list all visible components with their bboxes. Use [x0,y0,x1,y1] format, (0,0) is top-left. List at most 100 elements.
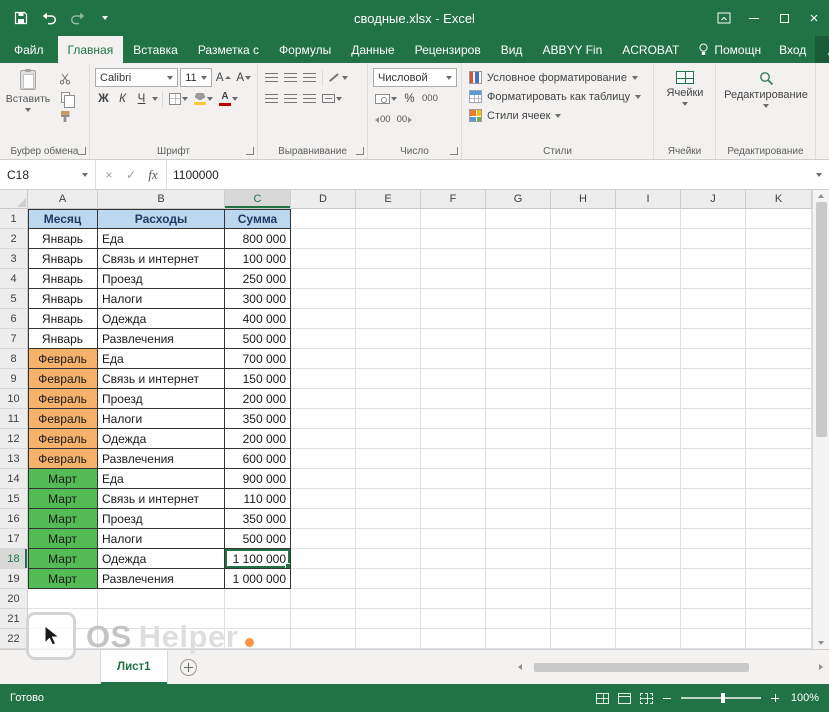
cell-B2[interactable]: Еда [98,229,225,249]
customize-quick-access-button[interactable] [92,5,118,31]
cell-J19[interactable] [681,569,746,589]
font-color-button[interactable]: А [217,90,240,108]
cell-A6[interactable]: Январь [28,309,98,329]
cell-B4[interactable]: Проезд [98,269,225,289]
bold-button[interactable]: Ж [95,90,112,108]
cell-G8[interactable] [486,349,551,369]
cell-G4[interactable] [486,269,551,289]
cell-F16[interactable] [421,509,486,529]
maximize-button[interactable] [769,3,799,33]
cell-H15[interactable] [551,489,616,509]
align-center-button[interactable] [282,90,299,108]
decrease-font-size-button[interactable]: А [234,69,253,87]
page-break-view-button[interactable] [640,693,653,704]
underline-button[interactable]: Ч [133,90,150,108]
cell-I15[interactable] [616,489,681,509]
column-header-F[interactable]: F [421,190,486,209]
cell-J1[interactable] [681,209,746,229]
cell-H17[interactable] [551,529,616,549]
ribbon-tab-ACROBAT[interactable]: ACROBAT [612,36,689,63]
row-header-7[interactable]: 7 [0,329,28,349]
cell-C14[interactable]: 900 000 [225,469,291,489]
cell-B9[interactable]: Связь и интернет [98,369,225,389]
ribbon-tab-file[interactable]: Файл [0,36,58,63]
cell-D8[interactable] [291,349,356,369]
cell-E3[interactable] [356,249,421,269]
cell-K7[interactable] [746,329,812,349]
cell-D9[interactable] [291,369,356,389]
cell-G17[interactable] [486,529,551,549]
cell-I4[interactable] [616,269,681,289]
cell-G6[interactable] [486,309,551,329]
cell-I5[interactable] [616,289,681,309]
cell-C2[interactable]: 800 000 [225,229,291,249]
cell-D16[interactable] [291,509,356,529]
cell-H22[interactable] [551,629,616,649]
vertical-scroll-thumb[interactable] [816,202,827,437]
cell-E22[interactable] [356,629,421,649]
close-button[interactable]: × [799,3,829,33]
zoom-in-button[interactable] [770,693,780,703]
cell-J11[interactable] [681,409,746,429]
horizontal-scrollbar[interactable] [518,662,823,673]
column-header-J[interactable]: J [681,190,746,209]
cell-F21[interactable] [421,609,486,629]
cell-A21[interactable] [28,609,98,629]
ribbon-tab-Рецензиров[interactable]: Рецензиров [405,36,491,63]
cell-A12[interactable]: Февраль [28,429,98,449]
cell-G22[interactable] [486,629,551,649]
cell-C19[interactable]: 1 000 000 [225,569,291,589]
insert-function-button[interactable]: fx [142,167,164,183]
cell-styles-button[interactable]: Стили ячеек [467,106,649,125]
cell-E8[interactable] [356,349,421,369]
cell-H4[interactable] [551,269,616,289]
cell-C15[interactable]: 110 000 [225,489,291,509]
cell-A16[interactable]: Март [28,509,98,529]
cell-E12[interactable] [356,429,421,449]
cell-F17[interactable] [421,529,486,549]
cell-C10[interactable]: 200 000 [225,389,291,409]
cell-H2[interactable] [551,229,616,249]
cell-C1[interactable]: Сумма [225,209,291,229]
cell-H5[interactable] [551,289,616,309]
row-header-22[interactable]: 22 [0,629,28,649]
select-all-button[interactable] [0,190,28,209]
cell-H8[interactable] [551,349,616,369]
cell-A4[interactable]: Январь [28,269,98,289]
cell-D22[interactable] [291,629,356,649]
format-as-table-button[interactable]: Форматировать как таблицу [467,87,649,106]
cell-H9[interactable] [551,369,616,389]
row-header-3[interactable]: 3 [0,249,28,269]
cell-D10[interactable] [291,389,356,409]
normal-view-button[interactable] [596,693,609,704]
row-header-21[interactable]: 21 [0,609,28,629]
cell-K9[interactable] [746,369,812,389]
cell-H11[interactable] [551,409,616,429]
cell-J8[interactable] [681,349,746,369]
cell-H18[interactable] [551,549,616,569]
dialog-launcher-icon[interactable] [246,147,254,155]
cell-C16[interactable]: 350 000 [225,509,291,529]
cell-G1[interactable] [486,209,551,229]
cell-F3[interactable] [421,249,486,269]
cell-E7[interactable] [356,329,421,349]
ribbon-tab-Разметка с[interactable]: Разметка с [188,36,269,63]
cell-K17[interactable] [746,529,812,549]
cell-A3[interactable]: Январь [28,249,98,269]
cell-K13[interactable] [746,449,812,469]
comma-style-button[interactable]: 000 [420,90,440,108]
cell-I19[interactable] [616,569,681,589]
align-bottom-button[interactable] [301,69,318,87]
cell-F2[interactable] [421,229,486,249]
sheet-tab-list1[interactable]: Лист1 [100,650,168,684]
cell-B10[interactable]: Проезд [98,389,225,409]
horizontal-scroll-thumb[interactable] [534,663,749,672]
cell-F6[interactable] [421,309,486,329]
cell-G15[interactable] [486,489,551,509]
scroll-left-icon[interactable] [518,664,522,670]
dialog-launcher-icon[interactable] [450,147,458,155]
cell-E1[interactable] [356,209,421,229]
cell-A20[interactable] [28,589,98,609]
row-header-17[interactable]: 17 [0,529,28,549]
row-header-13[interactable]: 13 [0,449,28,469]
